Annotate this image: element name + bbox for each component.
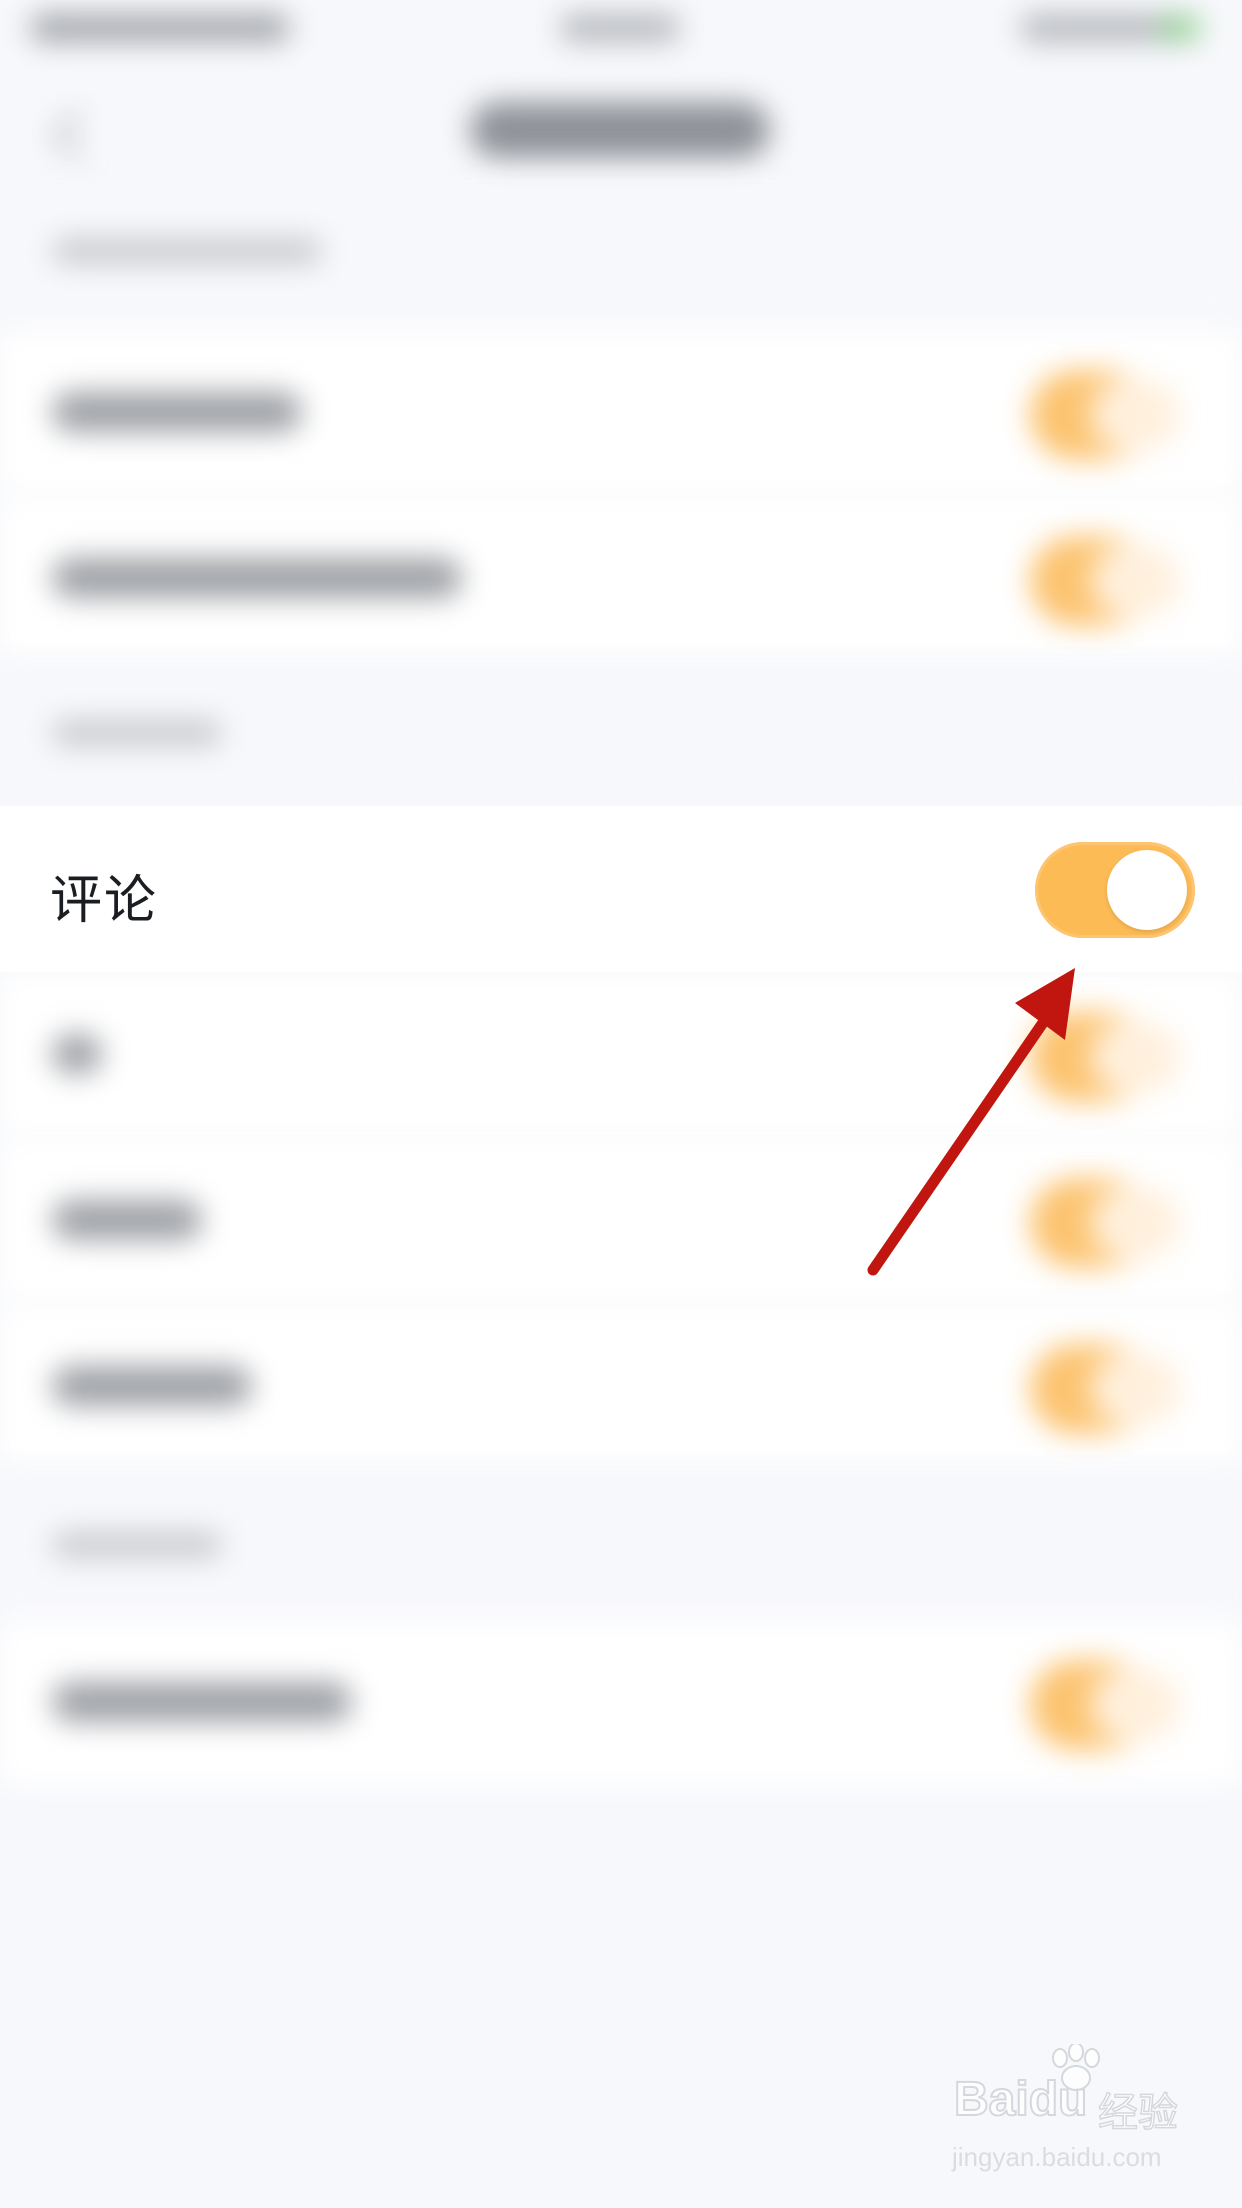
watermark-brand: Baidu (953, 2072, 1088, 2127)
toggle-switch[interactable] (1030, 1012, 1180, 1102)
settings-row-label (52, 392, 302, 432)
toggle-switch[interactable] (1030, 370, 1180, 460)
comment-label: 评论 (50, 871, 159, 931)
settings-row-label (52, 558, 462, 598)
toggle-switch[interactable] (1030, 536, 1180, 626)
status-carrier (30, 14, 290, 42)
settings-screen: 评论 Baidu 经验 jingyan.baidu.com (0, 0, 1242, 2208)
toggle-switch[interactable] (1030, 1178, 1180, 1268)
status-bar (0, 0, 1242, 60)
toggle-knob (1107, 850, 1187, 930)
section-header-2 (0, 662, 1242, 806)
baidu-watermark: Baidu 经验 jingyan.baidu.com (950, 2044, 1180, 2190)
settings-row-1[interactable] (0, 330, 1242, 496)
settings-row-6[interactable] (0, 1620, 1242, 1786)
watermark-url: jingyan.baidu.com (952, 2142, 1162, 2172)
nav-bar (0, 60, 1242, 190)
settings-row-5[interactable] (0, 1304, 1242, 1470)
settings-row-2[interactable] (0, 496, 1242, 662)
section-header-1 (0, 190, 1242, 320)
watermark-cn: 经验 (1097, 2089, 1179, 2137)
status-battery (1020, 14, 1200, 42)
settings-row-4[interactable] (0, 1138, 1242, 1304)
settings-row-3[interactable] (0, 972, 1242, 1138)
settings-row-label (52, 1682, 352, 1722)
toggle-switch[interactable] (1030, 1344, 1180, 1434)
settings-row-comment[interactable]: 评论 (0, 806, 1242, 972)
comment-toggle[interactable] (1035, 842, 1195, 938)
status-time (560, 14, 680, 42)
chevron-left-icon[interactable] (52, 110, 102, 160)
settings-row-label (52, 1366, 252, 1406)
settings-row-label (52, 1034, 102, 1074)
section-header-3 (0, 1470, 1242, 1620)
settings-row-label (52, 1200, 202, 1240)
toggle-switch[interactable] (1030, 1660, 1180, 1750)
page-title (470, 102, 770, 158)
